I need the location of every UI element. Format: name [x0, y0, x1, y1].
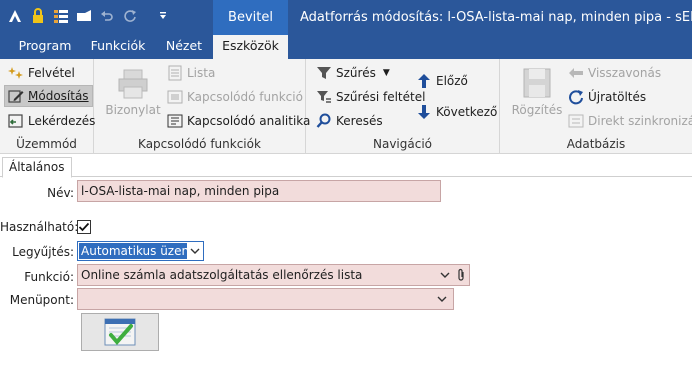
filter-icon — [316, 65, 332, 81]
kereses-label: Keresés — [336, 114, 383, 128]
app-logo-icon[interactable] — [6, 6, 24, 26]
modositas-label: Módosítás — [28, 89, 89, 103]
function-select[interactable]: Online számla adatszolgáltatás ellenőrzé… — [77, 264, 470, 286]
save-icon — [523, 68, 551, 98]
chevron-down-icon[interactable] — [189, 244, 201, 258]
felvetel-button[interactable]: Felvétel — [8, 62, 75, 84]
group-label-navigation: Navigáció — [372, 137, 432, 151]
function-label: Funkció: — [24, 270, 74, 284]
checkmark-icon — [78, 222, 90, 232]
quick-access-toolbar — [6, 6, 172, 26]
felvetel-label: Felvétel — [28, 66, 75, 80]
lista-label: Lista — [187, 66, 216, 80]
paperclip-icon[interactable] — [456, 268, 466, 282]
rogzites-button[interactable]: Rögzítés — [510, 67, 564, 117]
window-title: Adatforrás módosítás: l-OSA-lista-mai na… — [300, 10, 692, 25]
name-field[interactable]: l-OSA-lista-mai nap, minden pipa — [77, 180, 441, 202]
reload-icon — [568, 89, 584, 105]
group-label-database: Adatbázis — [566, 137, 626, 151]
tab-altalanos[interactable]: Általános — [2, 157, 72, 178]
ribbon-tabs: Program Funkciók Nézet Eszközök — [0, 35, 692, 59]
kapcsolodo-funkcio-button[interactable]: Kapcsolódó funkció — [167, 86, 303, 108]
edit-icon — [8, 88, 24, 104]
tab-program[interactable]: Program — [10, 35, 80, 59]
szures-label: Szűrés — [336, 66, 376, 80]
sync-icon — [568, 113, 584, 129]
context-tab-bevitel[interactable]: Bevitel — [213, 0, 288, 35]
tab-eszkozok[interactable]: Eszközök — [213, 35, 288, 59]
collect-label: Legyűjtés: — [12, 245, 74, 259]
collect-value: Automatikus üzenet — [79, 243, 187, 259]
lekerdezes-label: Lekérdezés — [28, 114, 96, 128]
chevron-down-icon[interactable] — [436, 292, 448, 306]
list-page-icon — [167, 65, 183, 81]
checklist-icon — [104, 318, 136, 346]
group-mode: Felvétel Módosítás Lekérdezés Üzemmód — [0, 59, 95, 154]
direkt-szinkronizalas-button[interactable]: Direkt szinkronizálás — [568, 110, 692, 132]
elozo-button[interactable]: Előző — [416, 70, 468, 92]
arrow-up-icon — [416, 73, 432, 89]
related-function-icon — [167, 89, 183, 105]
ribbon: Felvétel Módosítás Lekérdezés Üzemmód Bi… — [0, 59, 692, 154]
modositas-button[interactable]: Módosítás — [4, 85, 93, 107]
filter-condition-icon — [316, 89, 332, 105]
kapcsolodo-analitika-label: Kapcsolódó analitika — [187, 114, 311, 128]
ujratoltes-label: Újratöltés — [588, 90, 647, 104]
lock-icon[interactable] — [29, 6, 47, 26]
group-navigation: Szűrés ▼ Szűrési feltétel Keresés Előző — [306, 59, 500, 154]
group-label-mode: Üzemmód — [16, 137, 77, 151]
list-icon[interactable] — [52, 6, 70, 26]
lista-button[interactable]: Lista — [167, 62, 215, 84]
menu-select[interactable] — [77, 288, 454, 310]
group-label-related: Kapcsolódó funkciók — [138, 137, 261, 151]
elozo-label: Előző — [436, 74, 468, 88]
group-database: Rögzítés Visszavonás Újratöltés Direkt s… — [500, 59, 692, 154]
collect-select[interactable]: Automatikus üzenet — [77, 241, 204, 261]
ujratoltes-button[interactable]: Újratöltés — [568, 86, 646, 108]
folder-icon[interactable] — [75, 6, 93, 26]
undo-icon[interactable] — [98, 6, 116, 26]
image-button[interactable] — [81, 313, 159, 351]
refresh-icon[interactable] — [121, 6, 139, 26]
usable-checkbox[interactable] — [77, 220, 91, 234]
name-label: Név: — [47, 186, 74, 200]
visszavonas-button[interactable]: Visszavonás — [568, 62, 661, 84]
tab-funkciok[interactable]: Funkciók — [83, 35, 153, 59]
title-bar: Bevitel Adatforrás módosítás: l-OSA-list… — [0, 0, 692, 35]
kereses-button[interactable]: Keresés — [316, 110, 383, 132]
customize-dropdown-icon[interactable] — [154, 6, 172, 26]
group-related: Bizonylat Lista Kapcsolódó funkció Kapcs… — [94, 59, 310, 154]
bizonylat-label: Bizonylat — [105, 103, 161, 117]
back-arrow-icon — [568, 65, 584, 81]
form-tab-strip: Általános — [0, 155, 692, 178]
menu-label: Menüpont: — [9, 293, 74, 307]
printer-icon — [118, 69, 148, 99]
visszavonas-label: Visszavonás — [588, 66, 662, 80]
kapcsolodo-analitika-button[interactable]: Kapcsolódó analitika — [167, 110, 310, 132]
usable-label: Használható: — [0, 220, 79, 234]
search-icon — [316, 113, 332, 129]
new-record-icon — [8, 65, 24, 81]
kovetkezo-label: Következő — [436, 105, 498, 119]
szuresi-feltetel-label: Szűrési feltétel — [336, 90, 426, 104]
kovetkezo-button[interactable]: Következő — [416, 101, 497, 123]
direkt-szinkronizalas-label: Direkt szinkronizálás — [588, 114, 692, 128]
szuresi-feltetel-button[interactable]: Szűrési feltétel — [316, 86, 425, 108]
bizonylat-button[interactable]: Bizonylat — [105, 67, 161, 117]
query-icon — [8, 113, 24, 129]
szures-button[interactable]: Szűrés ▼ — [316, 62, 390, 84]
chevron-down-icon: ▼ — [382, 68, 390, 78]
arrow-down-icon — [416, 104, 432, 120]
lekerdezes-button[interactable]: Lekérdezés — [8, 110, 95, 132]
kapcsolodo-funkcio-label: Kapcsolódó funkció — [187, 90, 303, 104]
tab-nezet[interactable]: Nézet — [156, 35, 212, 59]
chevron-down-icon[interactable] — [439, 268, 451, 282]
rogzites-label: Rögzítés — [511, 103, 563, 117]
analytics-icon — [167, 113, 183, 129]
function-value: Online számla adatszolgáltatás ellenőrzé… — [81, 268, 363, 282]
